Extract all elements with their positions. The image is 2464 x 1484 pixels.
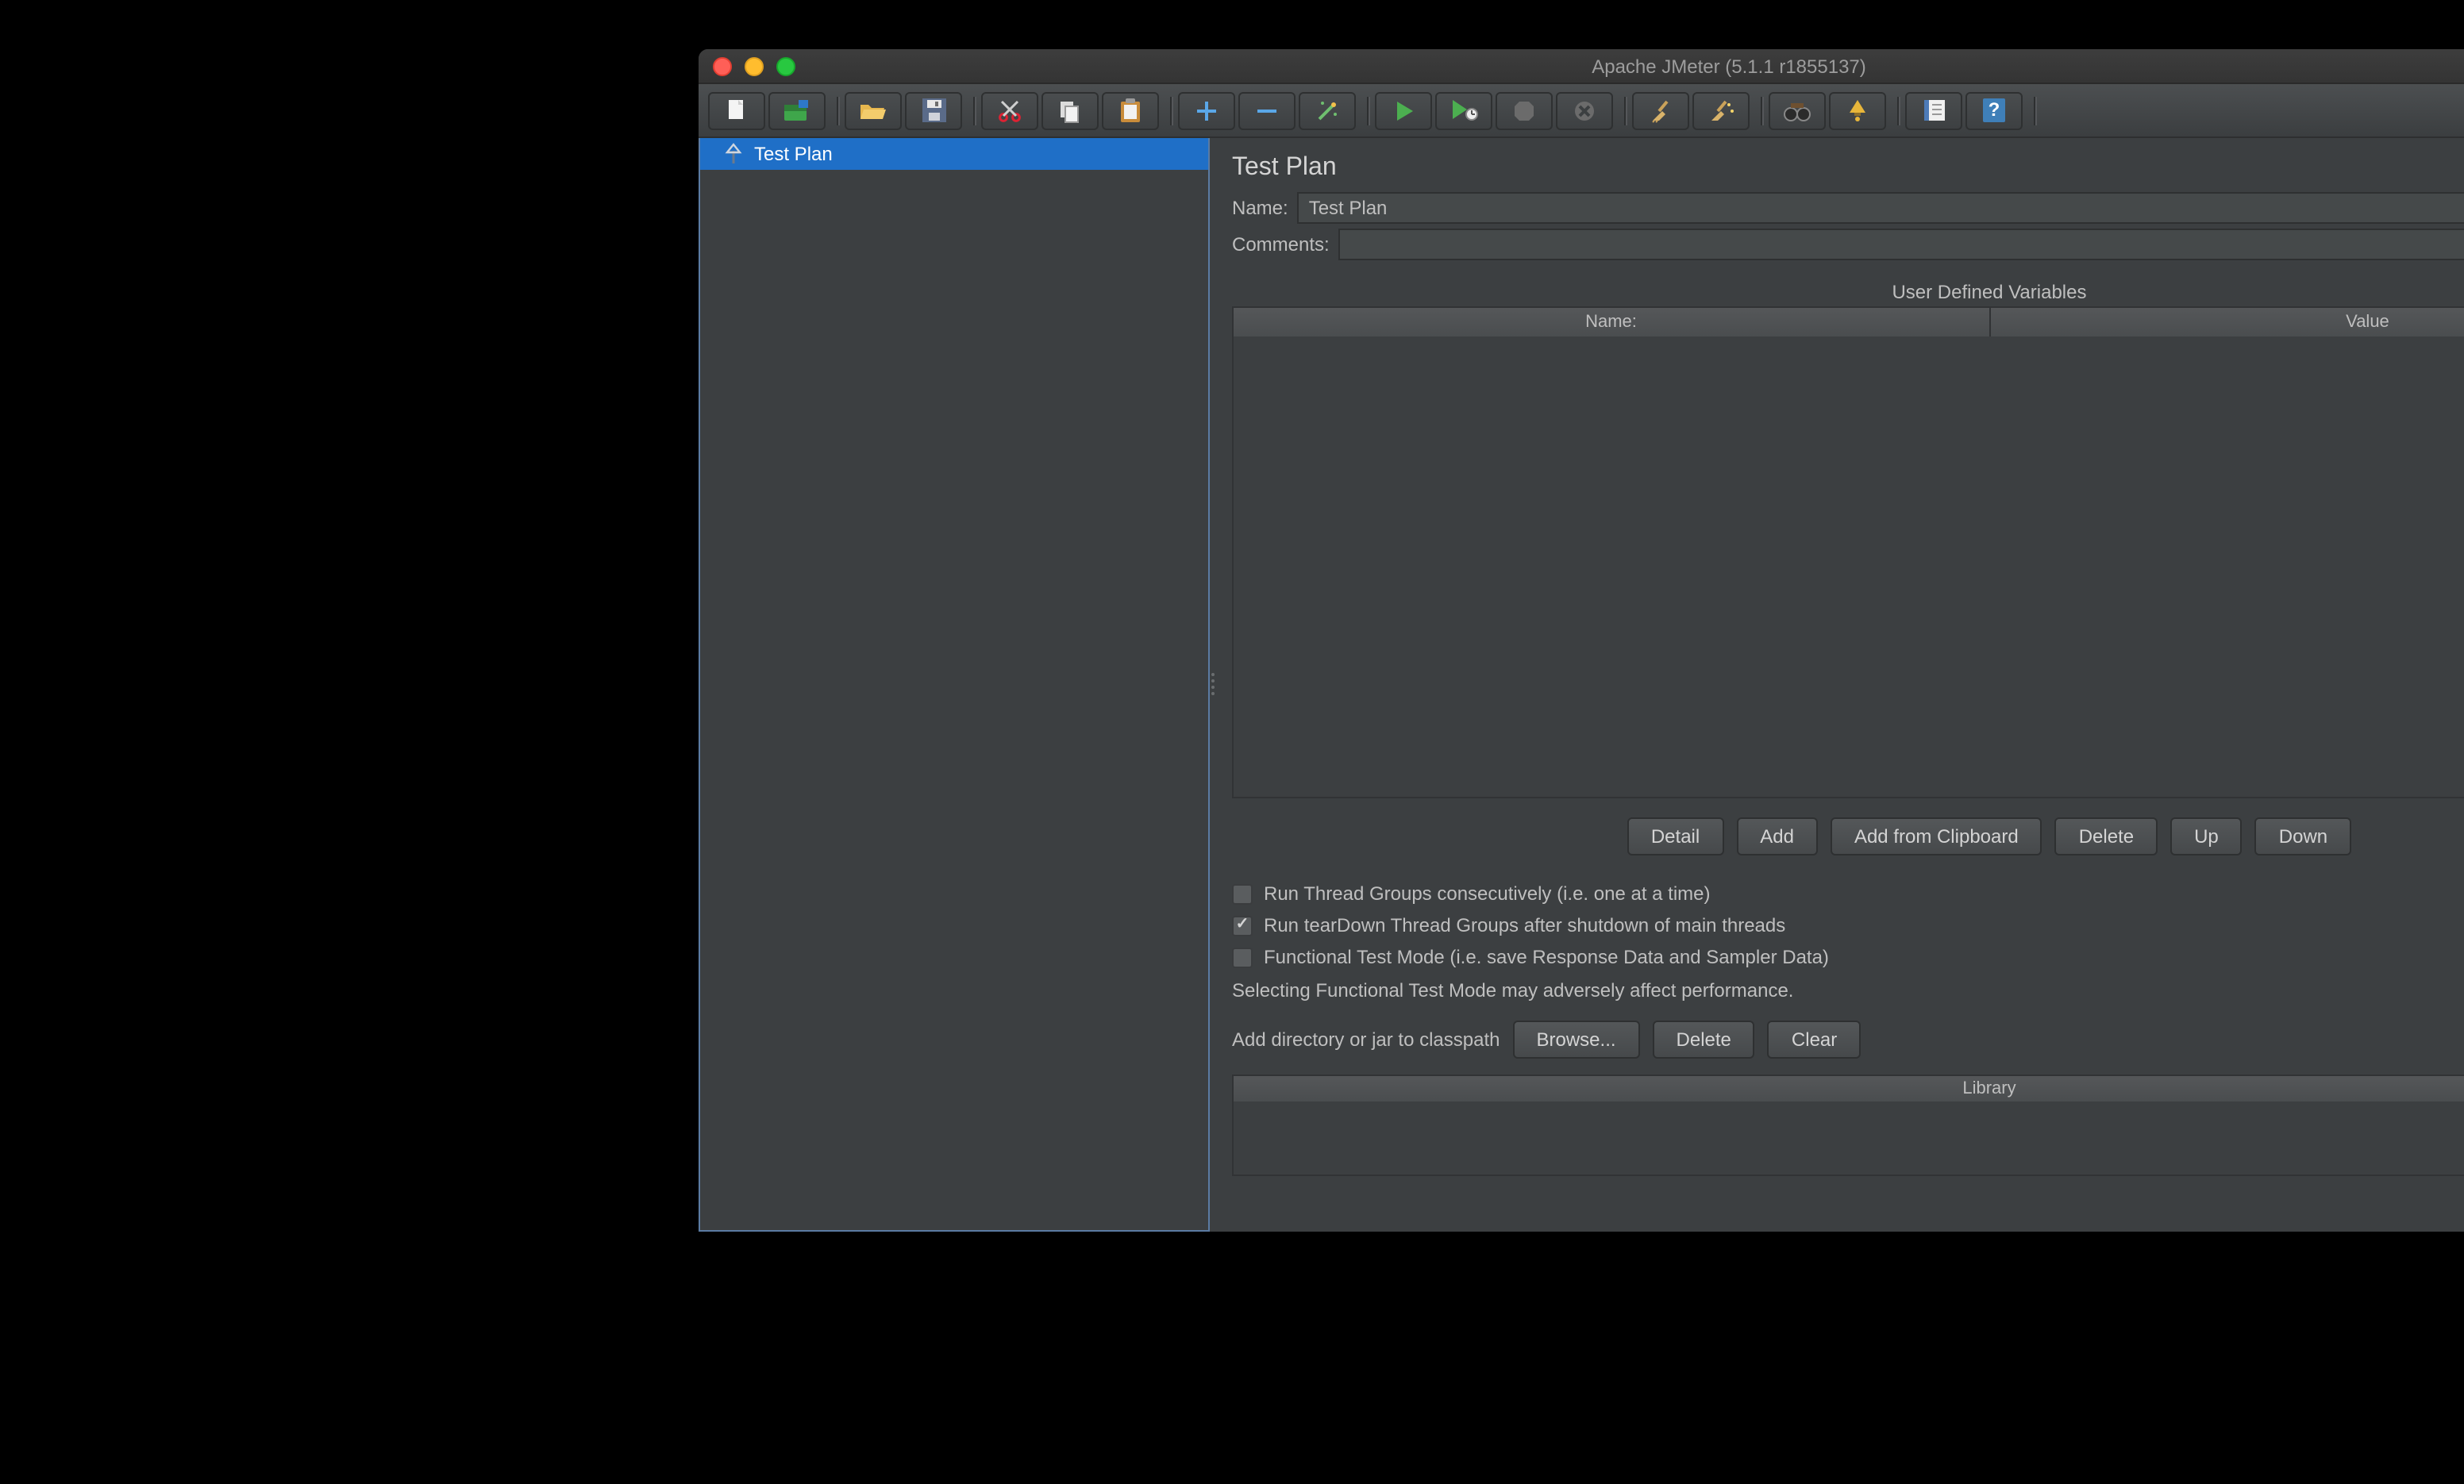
- copy-button[interactable]: [1041, 91, 1099, 129]
- clear-button[interactable]: [1632, 91, 1689, 129]
- toggle-button[interactable]: [1299, 91, 1356, 129]
- teardown-label: Run tearDown Thread Groups after shutdow…: [1264, 914, 1785, 936]
- help-icon: ?: [1983, 98, 2005, 122]
- library-table[interactable]: Library: [1232, 1075, 2464, 1176]
- up-button[interactable]: Up: [2170, 817, 2243, 855]
- file-icon: [724, 98, 749, 123]
- scissors-icon: [997, 98, 1022, 123]
- help-button[interactable]: ?: [1965, 91, 2023, 129]
- consecutive-label: Run Thread Groups consecutively (i.e. on…: [1264, 882, 1711, 905]
- clipboard-icon: [1119, 98, 1142, 123]
- udv-body[interactable]: [1234, 336, 2464, 797]
- broom-icon: [1648, 98, 1673, 123]
- save-button[interactable]: [905, 91, 962, 129]
- tree-node-label: Test Plan: [754, 143, 833, 165]
- clear-classpath-button[interactable]: Clear: [1768, 1021, 1861, 1059]
- folder-open-icon: [859, 99, 887, 121]
- library-body[interactable]: [1234, 1101, 2464, 1175]
- add-from-clipboard-button[interactable]: Add from Clipboard: [1831, 817, 2042, 855]
- templates-icon: [783, 98, 811, 123]
- functional-label: Functional Test Mode (i.e. save Response…: [1264, 946, 1829, 968]
- comments-label: Comments:: [1232, 233, 1339, 256]
- notebook-icon: [1922, 98, 1946, 122]
- new-button[interactable]: [708, 91, 765, 129]
- save-icon: [922, 98, 945, 122]
- shutdown-icon: [1573, 99, 1596, 121]
- shutdown-button[interactable]: [1556, 91, 1613, 129]
- delete-button[interactable]: Delete: [2055, 817, 2158, 855]
- consecutive-checkbox[interactable]: [1232, 883, 1253, 904]
- bell-icon: [1846, 98, 1869, 122]
- reset-search-button[interactable]: [1829, 91, 1886, 129]
- classpath-delete-button[interactable]: Delete: [1653, 1021, 1755, 1059]
- window: Apache JMeter (5.1.1 r1855137): [699, 49, 2464, 1232]
- teardown-checkbox[interactable]: [1232, 915, 1253, 936]
- collapse-button[interactable]: [1238, 91, 1296, 129]
- functional-checkbox[interactable]: [1232, 947, 1253, 967]
- add-button[interactable]: Add: [1736, 817, 1818, 855]
- window-title: Apache JMeter (5.1.1 r1855137): [699, 55, 2464, 77]
- titlebar: Apache JMeter (5.1.1 r1855137): [699, 49, 2464, 84]
- expand-button[interactable]: [1178, 91, 1235, 129]
- udv-table[interactable]: Name: Value: [1232, 306, 2464, 798]
- tree-panel[interactable]: Test Plan: [699, 138, 1210, 1232]
- stop-button[interactable]: [1496, 91, 1553, 129]
- copy-icon: [1057, 98, 1083, 123]
- tree-node-test-plan[interactable]: Test Plan: [700, 138, 1208, 170]
- stop-icon: [1513, 99, 1535, 121]
- name-label: Name:: [1232, 197, 1298, 219]
- udv-col-name[interactable]: Name:: [1234, 308, 1990, 336]
- svg-text:?: ?: [1989, 99, 2000, 121]
- paste-button[interactable]: [1102, 91, 1159, 129]
- plus-icon: [1195, 99, 1218, 121]
- udv-title: User Defined Variables: [1232, 281, 2464, 303]
- minimize-window-button[interactable]: [745, 57, 764, 76]
- cut-button[interactable]: [981, 91, 1038, 129]
- detail-button[interactable]: Detail: [1627, 817, 1723, 855]
- broom-sparkle-icon: [1707, 98, 1735, 123]
- splitter-handle[interactable]: [1208, 660, 1218, 708]
- browse-button[interactable]: Browse...: [1513, 1021, 1640, 1059]
- functional-note: Selecting Functional Test Mode may adver…: [1232, 979, 2464, 1002]
- binoculars-icon: [1783, 99, 1811, 121]
- start-no-pause-button[interactable]: [1435, 91, 1492, 129]
- function-helper-button[interactable]: [1905, 91, 1962, 129]
- zoom-window-button[interactable]: [776, 57, 795, 76]
- close-window-button[interactable]: [713, 57, 732, 76]
- classpath-label: Add directory or jar to classpath: [1232, 1028, 1500, 1051]
- down-button[interactable]: Down: [2255, 817, 2351, 855]
- name-input[interactable]: [1298, 192, 2464, 224]
- play-icon: [1393, 99, 1414, 121]
- window-controls: [713, 57, 795, 76]
- udv-col-value[interactable]: Value: [1990, 308, 2464, 336]
- comments-input[interactable]: [1339, 229, 2464, 260]
- wand-icon: [1315, 98, 1340, 123]
- editor-panel: Test Plan Name: Comments: User Defined V…: [1210, 138, 2464, 1232]
- search-button[interactable]: [1769, 91, 1826, 129]
- templates-button[interactable]: [768, 91, 826, 129]
- clear-all-button[interactable]: [1692, 91, 1750, 129]
- play-clock-icon: [1450, 98, 1477, 122]
- page-title: Test Plan: [1232, 154, 2464, 183]
- test-plan-icon: [724, 143, 745, 165]
- start-button[interactable]: [1375, 91, 1432, 129]
- open-button[interactable]: [845, 91, 902, 129]
- minus-icon: [1256, 99, 1278, 121]
- library-header[interactable]: Library: [1234, 1076, 2464, 1101]
- toolbar: ? 00:00:00 0 0/0: [699, 84, 2464, 138]
